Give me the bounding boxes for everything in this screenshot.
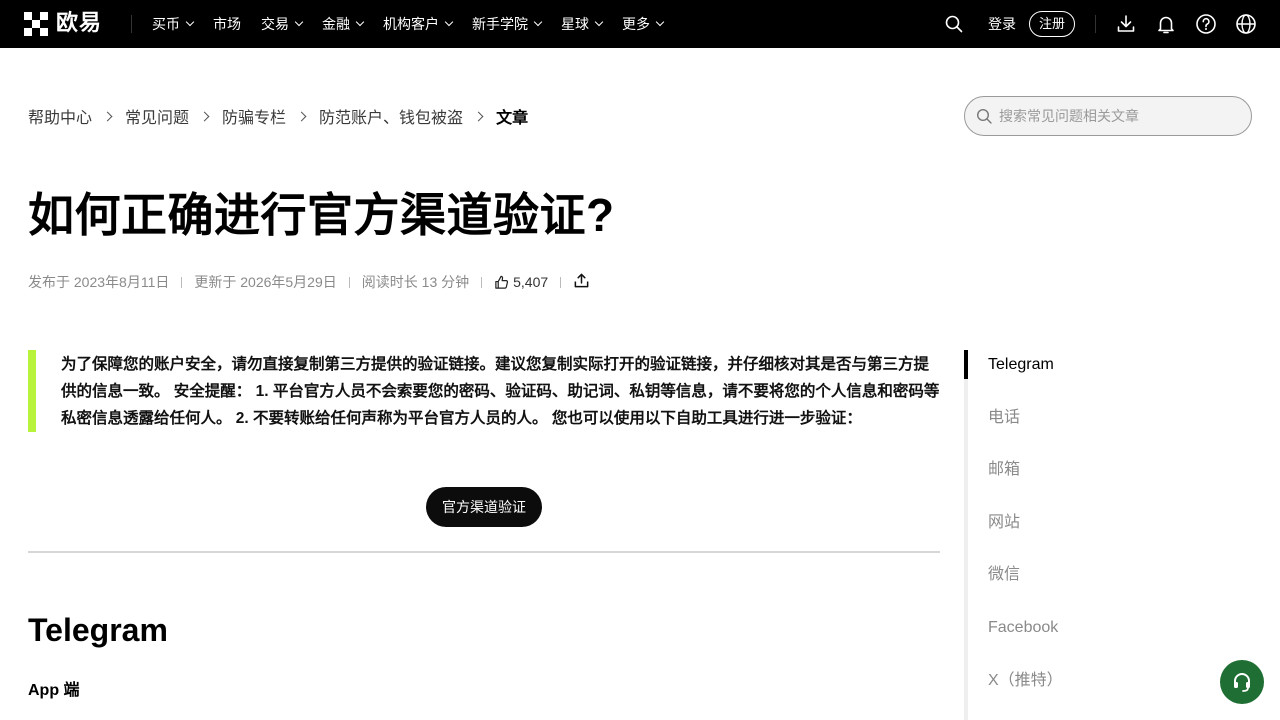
read-time: 阅读时长 13 分钟: [361, 274, 470, 290]
main-nav: 买币 市场 交易 金融 机构客户 新手学院 星球 更多: [152, 0, 683, 48]
nav-item-markets[interactable]: 市场: [213, 14, 241, 34]
chevron-down-icon: [594, 17, 604, 27]
chevron-right-icon: [296, 111, 307, 121]
nav-item-academy[interactable]: 新手学院: [472, 14, 543, 34]
breadcrumb-item[interactable]: 帮助中心: [28, 104, 92, 128]
sub-title: App 端: [28, 682, 80, 699]
breadcrumb-item[interactable]: 常见问题: [125, 104, 189, 128]
published-date: 发布于 2023年8月11日: [28, 274, 170, 290]
chevron-right-icon: [102, 111, 113, 121]
nav-label: 机构客户: [383, 16, 439, 32]
article-meta: 发布于 2023年8月11日 更新于 2026年5月29日 阅读时长 13 分钟…: [28, 272, 590, 292]
download-icon[interactable]: [1115, 13, 1137, 35]
updated-date: 更新于 2026年5月29日: [194, 274, 337, 290]
nav-divider: [131, 15, 132, 33]
logo-mark-icon: [24, 12, 48, 36]
section-title: Telegram: [28, 612, 168, 648]
nav-item-trade[interactable]: 交易: [261, 14, 304, 34]
customer-support-button[interactable]: [1220, 660, 1264, 704]
meta-divider: [481, 276, 483, 288]
notice-accent-bar: [28, 350, 36, 432]
nav-label: 新手学院: [472, 16, 528, 32]
thumbs-up-icon: [495, 275, 509, 289]
search-icon: [976, 108, 992, 124]
page-title: 如何正确进行官方渠道验证?: [28, 189, 615, 241]
nav-item-buy-crypto[interactable]: 买币: [152, 14, 195, 34]
breadcrumb-item[interactable]: 防骗专栏: [222, 104, 286, 128]
chevron-right-icon: [473, 111, 484, 121]
chevron-down-icon: [185, 17, 195, 27]
article-search: [964, 96, 1252, 136]
table-of-contents: Telegram 电话 邮箱 网站 微信 Facebook X（推特）: [964, 350, 1224, 720]
header-divider: [1095, 15, 1096, 33]
nav-item-more[interactable]: 更多: [622, 14, 665, 34]
nav-label: 更多: [622, 16, 650, 32]
register-button[interactable]: 注册: [1029, 11, 1075, 37]
toc-item-phone[interactable]: 电话: [988, 408, 1020, 428]
meta-divider: [560, 276, 562, 288]
meta-divider: [181, 276, 183, 288]
nav-label: 市场: [213, 16, 241, 32]
nav-item-institutional[interactable]: 机构客户: [383, 14, 454, 34]
notice-text: 为了保障您的账户安全，请勿直接复制第三方提供的验证链接。建议您复制实际打开的验证…: [61, 356, 940, 427]
chevron-down-icon: [294, 17, 304, 27]
top-navbar: 欧易 买币 市场 交易 金融 机构客户 新手学院 星球 更多 登录 注册: [0, 0, 1280, 48]
nav-label: 交易: [261, 16, 289, 32]
nav-label: 星球: [561, 16, 589, 32]
toc-item-telegram[interactable]: Telegram: [988, 355, 1054, 375]
toc-item-email[interactable]: 邮箱: [988, 460, 1020, 480]
nav-item-planet[interactable]: 星球: [561, 14, 604, 34]
breadcrumb-current: 文章: [496, 110, 529, 127]
logo-text: 欧易: [56, 11, 103, 36]
login-link[interactable]: 登录: [988, 14, 1016, 34]
toc-item-facebook[interactable]: Facebook: [988, 618, 1058, 638]
breadcrumb: 帮助中心 常见问题 防骗专栏 防范账户、钱包被盗 文章: [28, 105, 528, 127]
headset-icon: [1234, 673, 1250, 692]
help-icon[interactable]: [1195, 13, 1217, 35]
toc-item-website[interactable]: 网站: [988, 513, 1020, 533]
toc-item-wechat[interactable]: 微信: [988, 565, 1020, 585]
meta-divider: [348, 276, 350, 288]
logo[interactable]: 欧易: [24, 12, 102, 36]
toc-track: [964, 350, 968, 720]
chevron-down-icon: [533, 17, 543, 27]
share-icon[interactable]: [573, 272, 590, 292]
chevron-right-icon: [199, 111, 210, 121]
like-count: 5,407: [513, 274, 549, 290]
nav-label: 买币: [152, 16, 180, 32]
globe-icon[interactable]: [1235, 13, 1257, 35]
nav-label: 金融: [322, 16, 350, 32]
chevron-down-icon: [444, 17, 454, 27]
chevron-down-icon: [655, 17, 665, 27]
chevron-down-icon: [355, 17, 365, 27]
breadcrumb-item[interactable]: 防范账户、钱包被盗: [319, 104, 463, 128]
bell-icon[interactable]: [1155, 13, 1177, 35]
section-divider: [28, 551, 940, 553]
like-button[interactable]: 5,407: [494, 274, 548, 290]
toc-active-indicator: [964, 350, 968, 379]
nav-item-finance[interactable]: 金融: [322, 14, 365, 34]
toc-item-x-twitter[interactable]: X（推特）: [988, 671, 1063, 691]
search-input[interactable]: [999, 106, 1239, 126]
search-icon[interactable]: [944, 14, 964, 34]
official-verify-button[interactable]: 官方渠道验证: [426, 487, 542, 527]
